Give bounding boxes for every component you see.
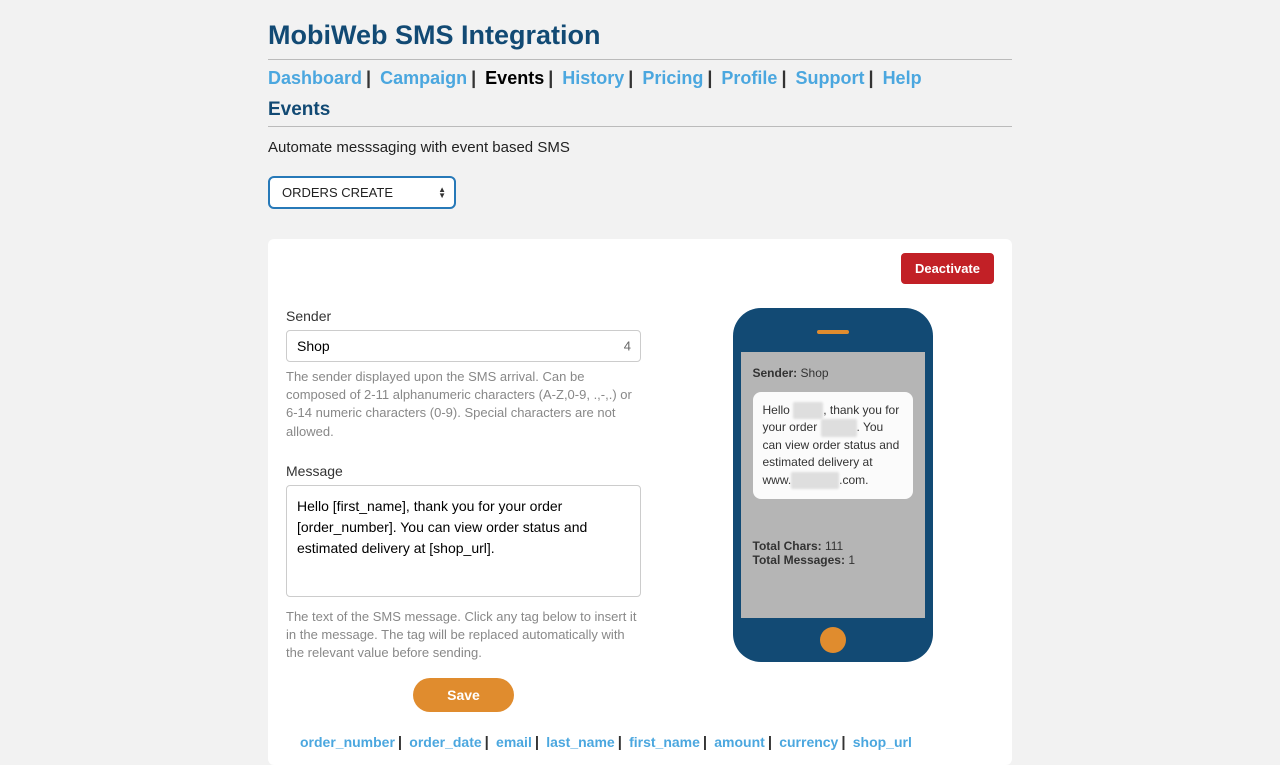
rule [268, 126, 1012, 127]
deactivate-button[interactable]: Deactivate [901, 253, 994, 284]
nav-history[interactable]: History [562, 68, 624, 88]
total-messages-label: Total Messages: [753, 553, 845, 567]
tag-first-name[interactable]: first_name [629, 734, 700, 750]
tag-order-date[interactable]: order_date [409, 734, 481, 750]
tag-order-number[interactable]: order_number [300, 734, 395, 750]
rule [268, 59, 1012, 60]
total-chars-label: Total Chars: [753, 539, 822, 553]
message-input[interactable] [286, 485, 641, 597]
tag-amount[interactable]: amount [714, 734, 765, 750]
nav-pricing[interactable]: Pricing [642, 68, 703, 88]
message-help: The text of the SMS message. Click any t… [286, 608, 641, 663]
preview-sender-label: Sender: [753, 366, 798, 380]
tag-shop-url[interactable]: shop_url [853, 734, 912, 750]
event-select[interactable]: ORDERS CREATE ▲▼ [268, 176, 456, 209]
phone-preview: Sender: Shop Hello xxxxx, thank you for … [733, 308, 933, 662]
tag-currency[interactable]: currency [779, 734, 838, 750]
page-title: MobiWeb SMS Integration [268, 20, 1012, 51]
message-label: Message [286, 463, 641, 479]
sender-help: The sender displayed upon the SMS arriva… [286, 368, 641, 441]
total-messages-value: 1 [848, 553, 855, 567]
total-chars-value: 111 [825, 539, 843, 553]
nav-events[interactable]: Events [485, 68, 544, 88]
phone-home-button [820, 627, 846, 653]
tag-last-name[interactable]: last_name [546, 734, 614, 750]
event-select-value: ORDERS CREATE [268, 176, 456, 209]
nav-bar: Dashboard| Campaign| Events| History| Pr… [268, 68, 1012, 89]
event-card: Deactivate Sender 4 The sender displayed… [268, 239, 1012, 765]
nav-support[interactable]: Support [796, 68, 865, 88]
tags-row: order_number| order_date| email| last_na… [286, 734, 994, 751]
nav-profile[interactable]: Profile [721, 68, 777, 88]
nav-help[interactable]: Help [883, 68, 922, 88]
save-button[interactable]: Save [413, 678, 514, 712]
sender-char-count: 4 [624, 339, 631, 354]
phone-speaker [817, 330, 849, 334]
phone-screen: Sender: Shop Hello xxxxx, thank you for … [741, 352, 925, 618]
preview-message-bubble: Hello xxxxx, thank you for your order xx… [753, 392, 913, 499]
section-subtitle: Automate messsaging with event based SMS [268, 139, 1012, 156]
preview-sender-value: Shop [801, 366, 829, 380]
sender-input[interactable] [286, 330, 641, 362]
section-title: Events [268, 99, 1012, 121]
nav-campaign[interactable]: Campaign [380, 68, 467, 88]
nav-dashboard[interactable]: Dashboard [268, 68, 362, 88]
sender-label: Sender [286, 308, 641, 324]
tag-email[interactable]: email [496, 734, 532, 750]
